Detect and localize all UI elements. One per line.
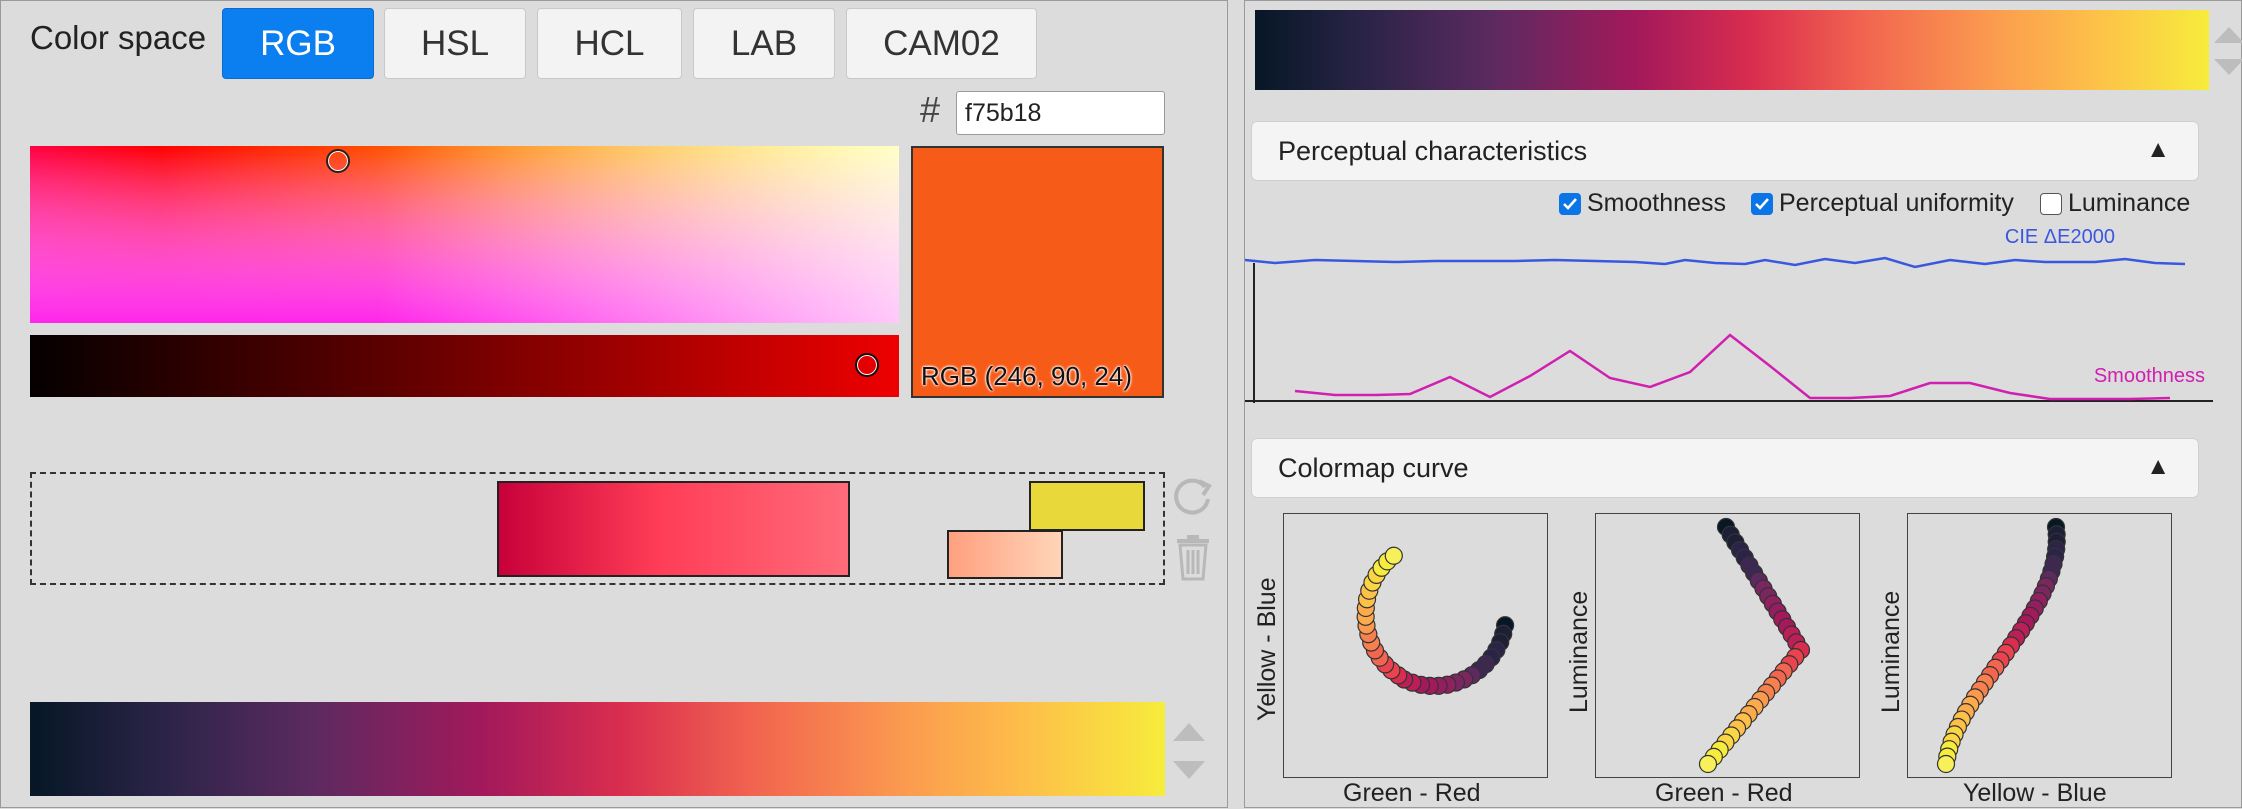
current-color-swatch: RGB (246, 90, 24) xyxy=(911,146,1164,398)
curve-section-title: Colormap curve xyxy=(1278,452,1469,483)
curve-section-header[interactable]: Colormap curve ▲ xyxy=(1251,438,2199,498)
curve-plot-3-ylabel: Luminance xyxy=(1877,590,1905,713)
curve-plot-3-xlabel: Yellow - Blue xyxy=(1963,779,2107,807)
uniformity-checkbox[interactable]: Perceptual uniformity xyxy=(1751,189,2014,218)
tab-cam02[interactable]: CAM02 xyxy=(846,8,1037,79)
curve-plot-green-red-vs-yellow-blue xyxy=(1283,513,1548,778)
trash-icon[interactable] xyxy=(1173,533,1213,583)
colormap-preview-bar xyxy=(30,702,1165,796)
brightness-slider[interactable] xyxy=(30,335,899,397)
checkbox-unchecked-icon[interactable] xyxy=(2040,192,2062,215)
smoothness-checkbox-label: Smoothness xyxy=(1587,189,1726,217)
color-space-label: Color space xyxy=(30,19,207,56)
stop-swatch-crimson[interactable] xyxy=(497,481,850,577)
chevron-up-icon[interactable] xyxy=(1173,723,1205,741)
curve-plot-2-xlabel: Green - Red xyxy=(1655,779,1793,807)
uniformity-series-line xyxy=(1245,256,2186,269)
refresh-icon[interactable] xyxy=(1169,473,1215,519)
tab-hsl[interactable]: HSL xyxy=(384,8,526,79)
stop-swatch-peach[interactable] xyxy=(947,530,1063,579)
chevron-up-icon[interactable] xyxy=(2214,27,2242,43)
smoothness-series-line xyxy=(1294,333,2171,401)
rgb-readout: RGB (246, 90, 24) xyxy=(921,361,1132,391)
chevron-down-icon[interactable] xyxy=(2214,59,2242,75)
tab-hcl[interactable]: HCL xyxy=(537,8,682,79)
color-stops-area[interactable] xyxy=(30,472,1165,585)
uniformity-checkbox-label: Perceptual uniformity xyxy=(1779,189,2014,217)
chevron-down-icon[interactable] xyxy=(1173,761,1205,779)
brightness-slider-handle[interactable] xyxy=(855,353,879,377)
reorder-buttons xyxy=(1173,723,1205,779)
colormap-output-bar xyxy=(1255,10,2209,90)
triangle-up-icon[interactable]: ▲ xyxy=(2146,453,2170,481)
perceptual-section-header[interactable]: Perceptual characteristics ▲ xyxy=(1251,121,2199,181)
luminance-checkbox-label: Luminance xyxy=(2068,189,2191,217)
hex-color-input[interactable] xyxy=(956,91,1165,135)
sv-field-handle[interactable] xyxy=(326,149,350,173)
uniformity-series-label: CIE ΔE2000 xyxy=(2005,226,2115,248)
curve-point xyxy=(1384,546,1403,565)
checkbox-checked-icon[interactable] xyxy=(1559,192,1581,215)
hash-symbol: # xyxy=(920,89,941,130)
curve-point xyxy=(1698,754,1718,774)
curve-point xyxy=(1936,754,1956,774)
saturation-value-field[interactable] xyxy=(30,146,899,323)
smoothness-checkbox[interactable]: Smoothness xyxy=(1559,189,1726,218)
curve-plot-2-ylabel: Luminance xyxy=(1565,590,1593,713)
tab-lab[interactable]: LAB xyxy=(693,8,835,79)
output-reorder-buttons xyxy=(2214,27,2242,75)
perceptual-section-title: Perceptual characteristics xyxy=(1278,135,1588,166)
smoothness-series-label: Smoothness xyxy=(2094,365,2205,387)
tab-rgb[interactable]: RGB xyxy=(222,8,374,79)
luminance-checkbox[interactable]: Luminance xyxy=(2040,189,2190,218)
curve-plot-yellow-blue-vs-luminance xyxy=(1907,513,2172,778)
curve-plot-green-red-vs-luminance xyxy=(1595,513,1860,778)
perceptual-chart: CIE ΔE2000 Smoothness xyxy=(1245,226,2213,403)
triangle-up-icon[interactable]: ▲ xyxy=(2146,136,2170,164)
analysis-panel: Perceptual characteristics ▲ Smoothness … xyxy=(1244,0,2242,808)
checkbox-checked-icon[interactable] xyxy=(1751,192,1773,215)
colormap-editor-panel: Color space RGB HSL HCL LAB CAM02 # RGB … xyxy=(0,0,1228,808)
stop-swatch-yellow[interactable] xyxy=(1029,481,1145,531)
curve-plot-1-xlabel: Green - Red xyxy=(1343,779,1481,807)
curve-plot-1-ylabel: Yellow - Blue xyxy=(1253,577,1281,721)
